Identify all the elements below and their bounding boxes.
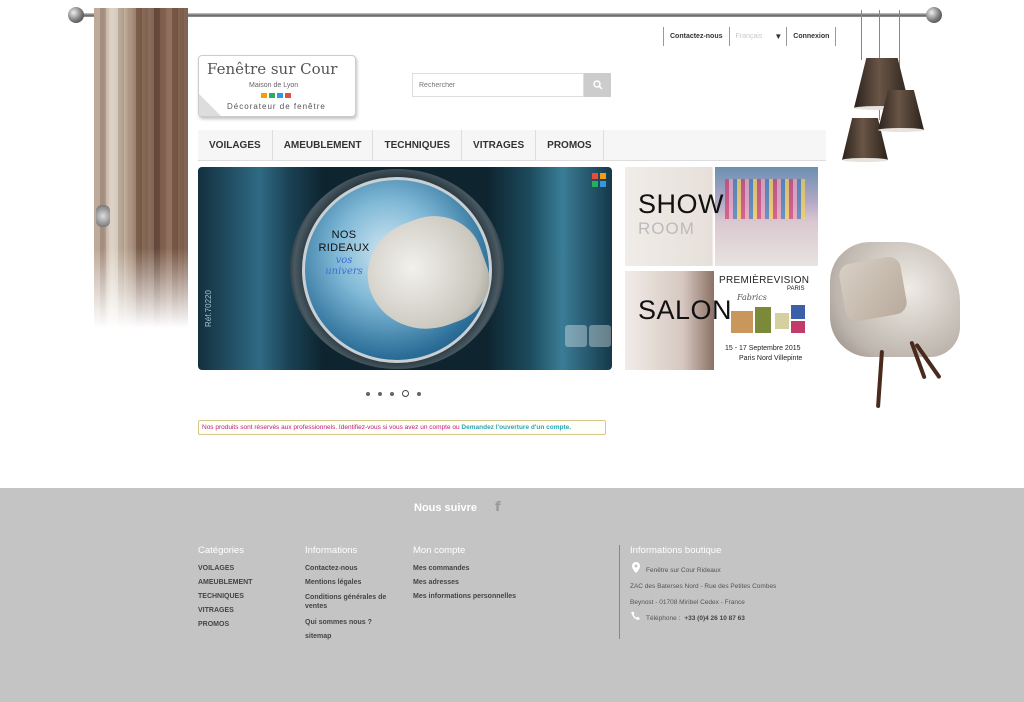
- footer-informations: Informations Contactez-nous Mentions lég…: [305, 545, 395, 644]
- search-bar: [412, 73, 611, 97]
- fabric-swatches: [729, 305, 809, 335]
- footer-informations-title: Informations: [305, 545, 358, 556]
- language-selector[interactable]: Français ▼: [728, 27, 787, 46]
- curtain-rod: [70, 13, 940, 17]
- slider-dot[interactable]: [378, 391, 382, 396]
- logo-subtitle: Maison de Lyon: [249, 82, 299, 89]
- facebook-icon[interactable]: f: [495, 500, 501, 515]
- main-menu: VOILAGES AMEUBLEMENT TECHNIQUES VITRAGES…: [198, 130, 826, 161]
- footer-link[interactable]: Conditions générales de ventes: [305, 593, 395, 611]
- salon-title: SALON: [638, 295, 733, 325]
- follow-us: Nous suivre f: [414, 500, 501, 515]
- footer-link[interactable]: Mentions légales: [305, 576, 395, 590]
- top-links: Contactez-nous Français ▼ Connexion: [663, 27, 837, 46]
- request-account-link[interactable]: Demandez l'ouverture d'un compte.: [461, 424, 571, 431]
- menu-item-techniques[interactable]: TECHNIQUES: [373, 130, 463, 161]
- menu-item-promos[interactable]: PROMOS: [536, 130, 604, 161]
- logo-title: Fenêtre sur Cour: [207, 60, 338, 78]
- slide-title: NOS RIDEAUX vos univers: [311, 229, 377, 277]
- footer-account-title: Mon compte: [413, 545, 466, 556]
- footer-categories-title: Catégories: [198, 545, 244, 556]
- showroom-photo: [715, 167, 818, 266]
- slider-prev-button[interactable]: [565, 325, 587, 347]
- site-logo[interactable]: Fenêtre sur Cour Maison de Lyon Décorate…: [198, 55, 356, 117]
- slide-title-line1: NOS: [331, 229, 357, 241]
- footer-link[interactable]: AMEUBLEMENT: [198, 576, 252, 590]
- footer-link[interactable]: Mes adresses: [413, 576, 516, 590]
- event-city: PARIS: [787, 286, 805, 292]
- chair-decoration: [820, 240, 960, 410]
- phone-icon: [630, 611, 642, 627]
- slide-title-line2: RIDEAUX: [318, 242, 370, 254]
- footer-categories: Catégories VOILAGES AMEUBLEMENT TECHNIQU…: [198, 545, 252, 632]
- menu-item-voilages[interactable]: VOILAGES: [198, 130, 273, 161]
- slider-pagination: [366, 390, 421, 397]
- curtain-tieback: [96, 205, 110, 227]
- footer-link[interactable]: Mes informations personnelles: [413, 590, 516, 604]
- slider-dot[interactable]: [402, 390, 409, 397]
- footer-link[interactable]: Contactez-nous: [305, 562, 395, 576]
- rod-knob-left: [68, 7, 84, 23]
- showroom-title-big: SHOW: [638, 189, 724, 219]
- event-subtitle: Fabrics: [737, 293, 767, 302]
- pro-notice: Nos produits sont réservés aux professio…: [198, 420, 606, 435]
- search-button[interactable]: [584, 73, 611, 97]
- shop-address-2: Beynost - 01708 Miribel Cedex - France: [630, 599, 745, 606]
- slide-logo-mark: [592, 173, 606, 187]
- footer-shop-info: Informations boutique Fenêtre sur Cour R…: [630, 545, 776, 627]
- footer-link[interactable]: sitemap: [305, 630, 395, 644]
- event-place: Paris Nord Villepinte: [739, 355, 803, 362]
- follow-us-label: Nous suivre: [414, 501, 477, 514]
- map-pin-icon: [630, 562, 642, 579]
- footer-account: Mon compte Mes commandes Mes adresses Me…: [413, 545, 516, 604]
- search-input[interactable]: [412, 73, 584, 97]
- showroom-tile[interactable]: SHOW ROOM: [625, 167, 818, 266]
- search-icon: [592, 80, 603, 90]
- phone-number[interactable]: +33 (0)4 26 10 87 63: [684, 611, 745, 627]
- login-link[interactable]: Connexion: [786, 27, 837, 46]
- home-slider[interactable]: NOS RIDEAUX vos univers Réf.70220: [198, 167, 612, 370]
- menu-item-vitrages[interactable]: VITRAGES: [462, 130, 537, 161]
- showroom-title-small: ROOM: [638, 219, 695, 238]
- footer-shop-info-title: Informations boutique: [630, 545, 722, 556]
- slider-next-button[interactable]: [589, 325, 611, 347]
- caret-down-icon: ▼: [774, 32, 783, 41]
- footer-link[interactable]: VITRAGES: [198, 604, 252, 618]
- slide-reference: Réf.70220: [204, 290, 213, 327]
- slider-nav: [565, 325, 611, 347]
- slider-dot[interactable]: [417, 391, 421, 396]
- contact-link[interactable]: Contactez-nous: [663, 27, 729, 46]
- slide-title-line3: vos: [335, 255, 353, 266]
- footer-link[interactable]: TECHNIQUES: [198, 590, 252, 604]
- shop-name: Fenêtre sur Cour Rideaux: [646, 566, 721, 574]
- logo-tagline: Décorateur de fenêtre: [227, 102, 326, 111]
- menu-item-ameublement[interactable]: AMEUBLEMENT: [273, 130, 374, 161]
- phone-label: Téléphone :: [646, 615, 681, 622]
- event-title: PREMIÈREVISION: [719, 275, 810, 286]
- footer-divider: [619, 545, 620, 639]
- language-label: Français: [735, 33, 763, 40]
- event-dates: 15 - 17 Septembre 2015: [725, 345, 801, 352]
- footer: Nous suivre f Catégories VOILAGES AMEUBL…: [0, 488, 1024, 702]
- logo-color-dots: [261, 93, 291, 98]
- page: Contactez-nous Français ▼ Connexion Fenê…: [0, 0, 1024, 702]
- slider-dot[interactable]: [366, 391, 370, 396]
- slide-title-line4: univers: [325, 266, 363, 277]
- salon-tile[interactable]: PREMIÈREVISION PARIS Fabrics 15 - 17 Sep…: [625, 271, 818, 370]
- notice-text: Nos produits sont réservés aux professio…: [202, 424, 460, 431]
- footer-link[interactable]: VOILAGES: [198, 562, 252, 576]
- rod-knob-right: [926, 7, 942, 23]
- curtain-decoration: [94, 8, 188, 328]
- shop-address-1: ZAC des Baterses Nord - Rue des Petites …: [630, 583, 777, 590]
- footer-link[interactable]: Qui sommes nous ?: [305, 616, 395, 630]
- footer-link[interactable]: Mes commandes: [413, 562, 516, 576]
- slider-dot[interactable]: [390, 391, 394, 396]
- footer-link[interactable]: PROMOS: [198, 618, 252, 632]
